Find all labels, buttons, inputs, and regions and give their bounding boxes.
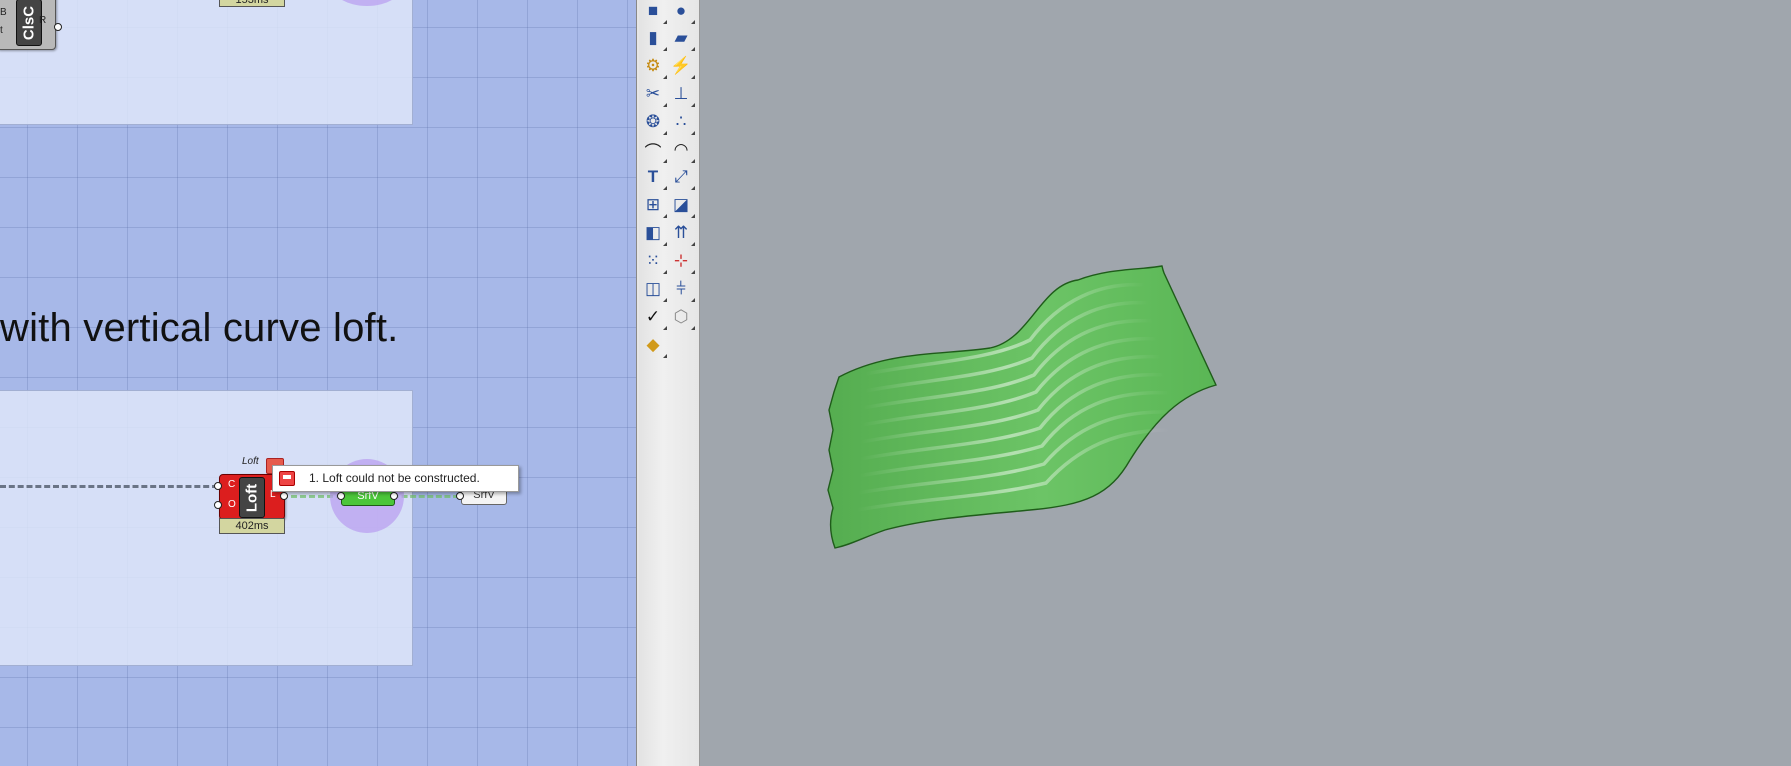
cylinder-icon[interactable]: ▮ — [642, 27, 667, 51]
extrude-icon[interactable]: ⇈ — [670, 222, 695, 246]
array-icon[interactable]: ⊞ — [642, 194, 667, 218]
align-icon[interactable]: ⫩ — [670, 278, 695, 302]
rhino-side-toolbar: ■ ● ▮ ▰ ⚙ ⚡ ✂ ⊥ ❂ ∴ ⌒ ◠ T ⤢ ⊞ ◪ ◧ ⇈ ⁙ ⊹ … — [639, 0, 700, 766]
grasshopper-canvas[interactable]: with vertical curve loft. ClsC B t R 153… — [0, 0, 636, 766]
solid-box-icon[interactable]: ⬡ — [670, 306, 695, 330]
port-r: R — [39, 15, 47, 26]
rhino-viewport[interactable] — [700, 0, 1791, 766]
srfv-input-grip[interactable] — [337, 492, 345, 500]
port-c: C — [228, 479, 236, 490]
scribble-text: with vertical curve loft. — [0, 306, 399, 350]
group-top[interactable] — [0, 0, 413, 125]
top-timer: 153ms — [219, 0, 285, 7]
lightning-icon[interactable]: ⚡ — [670, 55, 695, 79]
paint-icon[interactable]: ◆ — [642, 334, 667, 358]
loft-input-grip-o[interactable] — [214, 501, 222, 509]
solid-icon[interactable]: ◧ — [642, 222, 667, 246]
dimension-icon[interactable]: ◪ — [670, 194, 695, 218]
gumball-icon[interactable]: ⊹ — [670, 250, 695, 274]
srfv-panel-grip[interactable] — [456, 492, 464, 500]
scale-icon[interactable]: ⤢ — [670, 166, 695, 190]
clsc-component-label: ClsC — [20, 5, 38, 40]
sphere-icon[interactable]: ● — [670, 0, 695, 24]
grid-array-icon[interactable]: ⁙ — [642, 250, 667, 274]
loft-output-grip[interactable] — [280, 492, 288, 500]
analyze-icon[interactable]: ◫ — [642, 278, 667, 302]
text-icon[interactable]: T — [642, 166, 667, 190]
error-message-icon — [279, 471, 295, 486]
box-icon[interactable]: ■ — [642, 0, 667, 24]
loft-component-label: Loft — [243, 483, 261, 512]
error-tooltip-text: 1. Loft could not be constructed. — [309, 471, 480, 485]
loft-surface-render — [827, 265, 1217, 549]
gear-icon[interactable]: ⚙ — [642, 55, 667, 79]
check-icon[interactable]: ✓ — [642, 306, 667, 330]
clsc-output-grip[interactable] — [54, 23, 62, 31]
boolean-union-icon[interactable]: ❂ — [642, 111, 667, 135]
error-tooltip: 1. Loft could not be constructed. — [272, 465, 519, 492]
split-icon[interactable]: ⊥ — [670, 83, 695, 107]
loft-timer: 402ms — [219, 518, 285, 534]
arc-icon[interactable]: ◠ — [670, 139, 695, 163]
input-wire — [0, 485, 218, 488]
port-t: t — [0, 25, 3, 36]
clsc-component[interactable]: ClsC B t R — [0, 0, 56, 50]
trim-icon[interactable]: ✂ — [642, 83, 667, 107]
port-b: B — [0, 7, 7, 18]
curve-icon[interactable]: ⌒ — [642, 139, 667, 163]
srfv-output-grip[interactable] — [390, 492, 398, 500]
loft-input-grip-c[interactable] — [214, 482, 222, 490]
surface-icon[interactable]: ▰ — [670, 27, 695, 51]
points-icon[interactable]: ∴ — [670, 111, 695, 135]
port-o: O — [228, 499, 236, 510]
loft-nickname: Loft — [242, 456, 259, 467]
